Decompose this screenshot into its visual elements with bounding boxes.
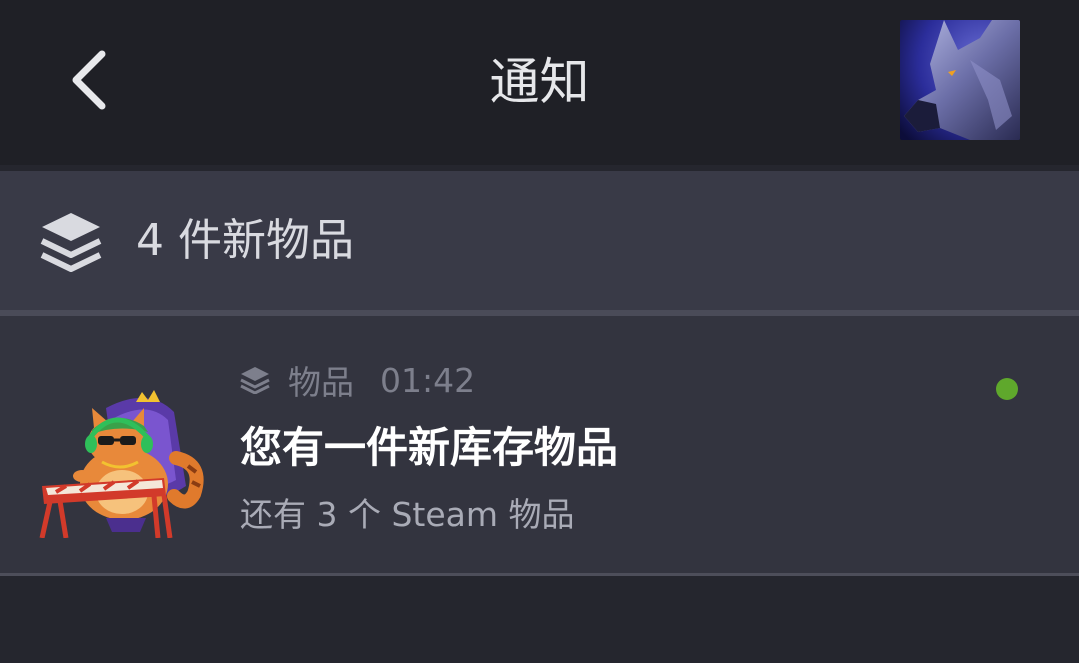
wolf-avatar-icon — [900, 20, 1020, 140]
group-title: 4 件新物品 — [136, 215, 354, 266]
notification-item[interactable]: 物品 01:42 您有一件新库存物品 还有 3 个 Steam 物品 — [0, 316, 1079, 573]
divider — [0, 573, 1079, 576]
avatar[interactable] — [900, 20, 1020, 140]
notification-category: 物品 — [288, 363, 354, 402]
notification-title: 您有一件新库存物品 — [240, 423, 619, 472]
notification-subtitle: 还有 3 个 Steam 物品 — [240, 495, 575, 534]
notification-meta: 物品 01:42 — [240, 358, 475, 402]
top-bar: 通知 — [0, 0, 1079, 165]
unread-indicator — [996, 378, 1018, 400]
cat-gamer-item-image — [39, 390, 204, 538]
group-header[interactable]: 4 件新物品 — [0, 171, 1079, 310]
stack-layers-icon — [240, 367, 270, 394]
stack-layers-icon — [40, 213, 102, 272]
notification-time: 01:42 — [380, 360, 476, 400]
